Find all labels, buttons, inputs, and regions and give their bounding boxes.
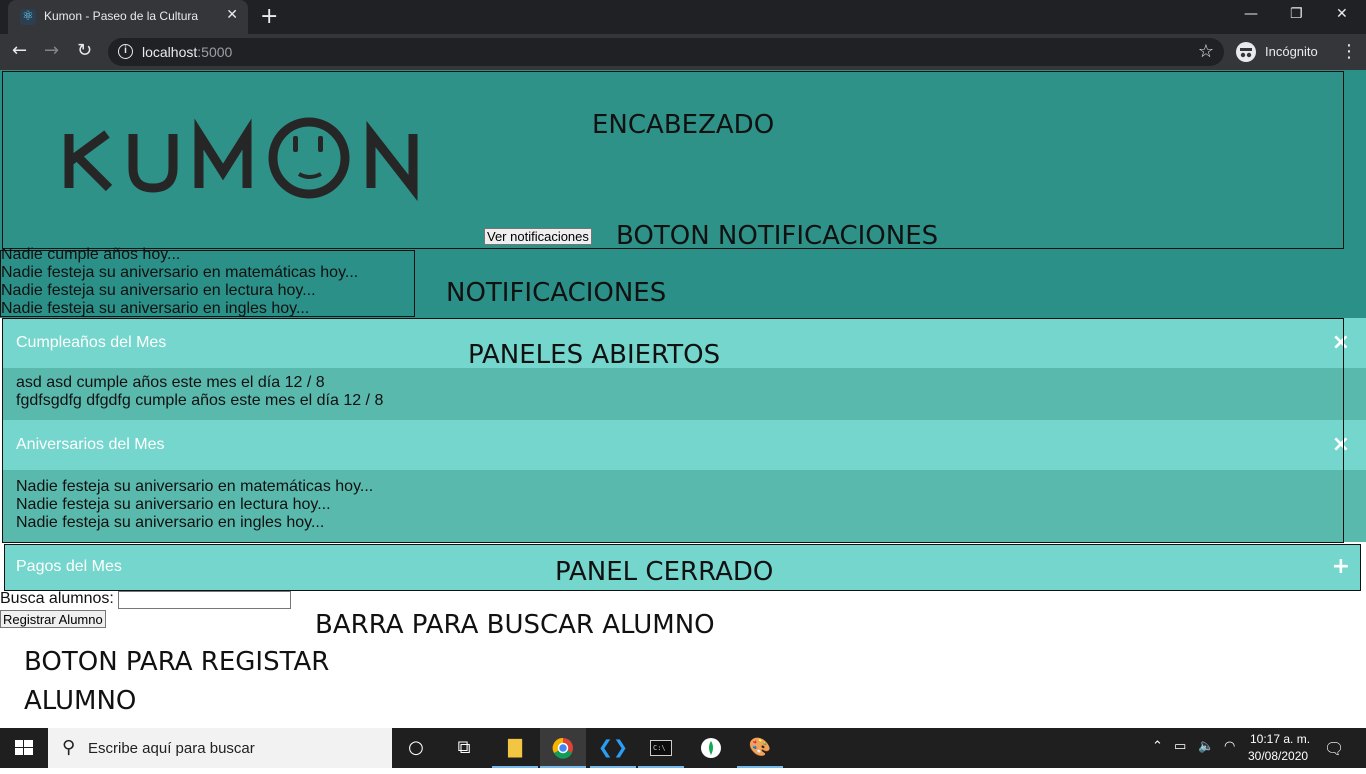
bookmark-star-icon[interactable]: ☆ <box>1198 41 1214 62</box>
incognito-label: Incógnito <box>1265 44 1318 59</box>
chrome-icon[interactable] <box>540 728 586 768</box>
address-bar[interactable]: i localhost:5000 ☆ <box>108 38 1224 66</box>
tray-chevron-icon[interactable]: ⌃ <box>1152 739 1163 754</box>
annotation-notif-button: BOTON NOTIFICACIONES <box>616 221 939 251</box>
annotation-header: ENCABEZADO <box>592 110 775 140</box>
birthday-item: fgdfsgdfg dfgdfg cumple años este mes el… <box>16 392 384 409</box>
back-icon[interactable]: ← <box>12 40 27 61</box>
taskbar-search-placeholder: Escribe aquí para buscar <box>88 740 255 757</box>
panel-birthdays-body: asd asd cumple años este mes el día 12 /… <box>2 368 1366 420</box>
tab-title: Kumon - Paseo de la Cultura <box>44 9 199 23</box>
panel-title: Aniversarios del Mes <box>16 436 165 453</box>
anniversary-item: Nadie festeja su aniversario en lectura … <box>16 496 331 513</box>
taskbar: ⚲ Escribe aquí para buscar ○ ⧉ ▇ ❮❯ C:\ … <box>0 728 1366 768</box>
notifications-center-icon[interactable]: 🗨 <box>1324 739 1344 758</box>
notification-item: Nadie festeja su aniversario en lectura … <box>1 282 316 299</box>
annotation-closed-panel: PANEL CERRADO <box>555 557 774 587</box>
view-notifications-button[interactable]: Ver notificaciones <box>484 228 592 245</box>
site-info-icon[interactable]: i <box>118 44 133 59</box>
volume-icon[interactable]: 🔈 <box>1198 739 1214 754</box>
panel-title: Pagos del Mes <box>16 558 122 575</box>
windows-start-icon[interactable] <box>0 728 48 768</box>
student-search-input[interactable] <box>118 591 291 609</box>
incognito-icon[interactable] <box>1236 42 1256 62</box>
tab-close-icon[interactable]: ✕ <box>226 7 238 23</box>
battery-icon[interactable]: ▭ <box>1174 739 1186 754</box>
restore-icon[interactable]: ❐ <box>1290 6 1303 22</box>
close-icon[interactable]: × <box>1332 330 1350 355</box>
reload-icon[interactable]: ↻ <box>77 40 92 61</box>
clock-time[interactable]: 10:17 a. m. <box>1250 732 1310 746</box>
anniversary-item: Nadie festeja su aniversario en ingles h… <box>16 514 325 531</box>
minimize-icon[interactable]: — <box>1244 6 1258 22</box>
notification-item: Nadie festeja su aniversario en ingles h… <box>1 300 310 317</box>
notification-item: Nadie festeja su aniversario en matemáti… <box>1 264 359 281</box>
browser-toolbar: ← → ↻ i localhost:5000 ☆ Incógnito ⋮ <box>0 34 1366 70</box>
annotation-open-panels: PANELES ABIERTOS <box>468 340 721 370</box>
window-close-icon[interactable]: ✕ <box>1336 6 1348 22</box>
browser-menu-icon[interactable]: ⋮ <box>1340 41 1358 62</box>
panel-anniversaries-body: Nadie festeja su aniversario en matemáti… <box>2 470 1366 542</box>
file-explorer-icon[interactable]: ▇ <box>492 728 538 768</box>
new-tab-icon[interactable]: + <box>260 4 278 29</box>
panel-title: Cumpleaños del Mes <box>16 334 167 351</box>
register-student-button[interactable]: Registrar Alumno <box>0 610 106 628</box>
svg-text:C:\: C:\ <box>653 744 666 752</box>
anniversary-item: Nadie festeja su aniversario en matemáti… <box>16 478 374 495</box>
wifi-icon[interactable]: ◠ <box>1224 739 1235 754</box>
notification-item: Nadie cumple años hoy... <box>1 246 181 263</box>
search-label: Busca alumnos: <box>0 590 114 607</box>
annotation-notifications: NOTIFICACIONES <box>446 278 667 308</box>
notifications-list: Nadie cumple años hoy... Nadie festeja s… <box>0 246 415 317</box>
react-favicon-icon: ⚛ <box>20 9 36 25</box>
birthday-item: asd asd cumple años este mes el día 12 /… <box>16 374 325 391</box>
panel-anniversaries-header[interactable]: Aniversarios del Mes × <box>2 420 1366 470</box>
paint-icon[interactable]: 🎨 <box>737 728 783 768</box>
annotation-register-button-line2: ALUMNO <box>24 686 137 716</box>
kumon-logo <box>64 117 418 202</box>
browser-tab-strip: ⚛ Kumon - Paseo de la Cultura ✕ + — ❐ ✕ <box>0 0 1366 34</box>
terminal-icon[interactable]: C:\ <box>638 728 684 768</box>
mongodb-compass-icon[interactable] <box>688 728 734 768</box>
annotation-register-button: BOTON PARA REGISTAR <box>24 647 330 677</box>
page-viewport: ENCABEZADO Ver notificaciones BOTON NOTI… <box>0 70 1366 728</box>
forward-icon[interactable]: → <box>44 40 59 61</box>
clock-date[interactable]: 30/08/2020 <box>1248 749 1308 763</box>
search-icon: ⚲ <box>62 737 76 758</box>
task-view-icon[interactable]: ⧉ <box>441 728 487 768</box>
annotation-search-bar: BARRA PARA BUSCAR ALUMNO <box>315 610 715 640</box>
close-icon[interactable]: × <box>1332 432 1350 457</box>
expand-plus-icon[interactable]: + <box>1332 554 1350 579</box>
cortana-icon[interactable]: ○ <box>393 728 439 768</box>
browser-tab[interactable]: ⚛ Kumon - Paseo de la Cultura ✕ <box>8 0 248 34</box>
vscode-icon[interactable]: ❮❯ <box>590 728 636 768</box>
url-text: localhost:5000 <box>142 44 233 60</box>
taskbar-search-box[interactable]: ⚲ Escribe aquí para buscar <box>48 728 392 768</box>
